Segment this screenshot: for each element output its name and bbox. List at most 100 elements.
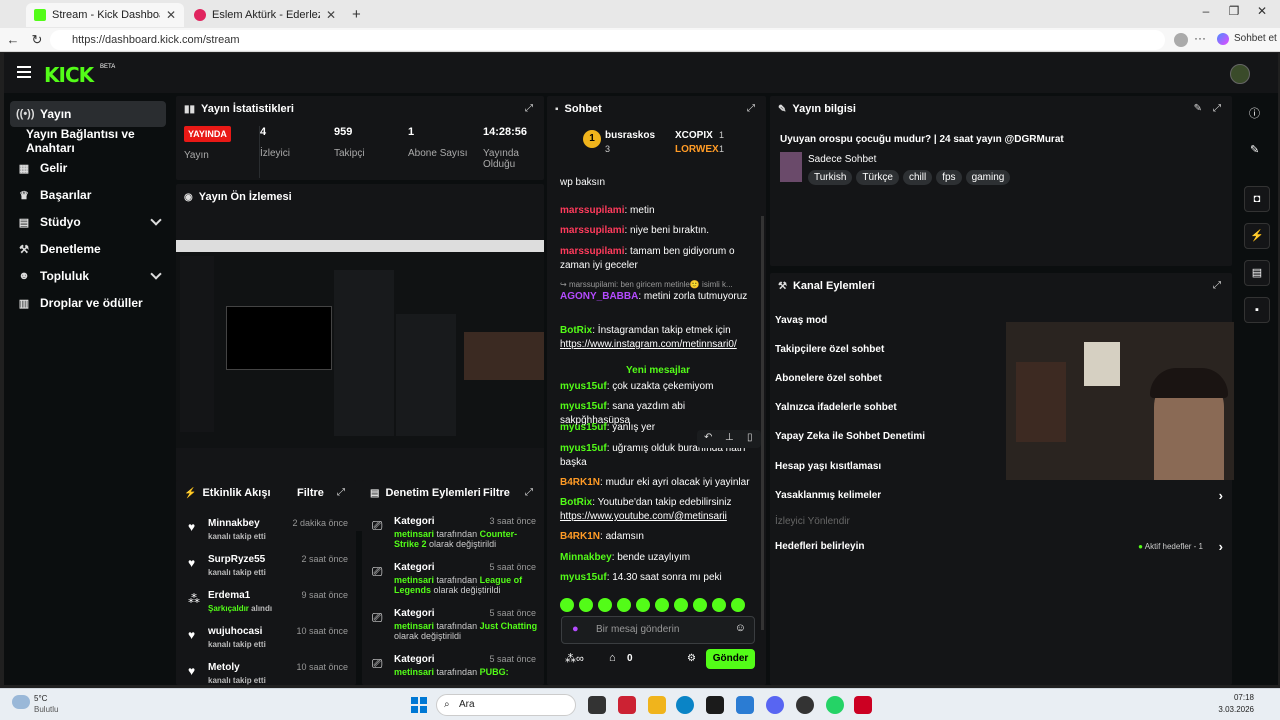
trash-icon[interactable]: ▯ <box>747 432 753 443</box>
emote-icon[interactable] <box>598 598 612 612</box>
expand-icon[interactable]: ⤢ <box>1213 280 1224 291</box>
chat-username[interactable]: BotRix <box>560 497 592 508</box>
tag[interactable]: gaming <box>965 170 1011 185</box>
chat-scrollbar[interactable] <box>761 216 764 630</box>
plus-icon[interactable]: + <box>352 6 361 23</box>
mail-icon[interactable] <box>736 696 754 714</box>
chat-username[interactable]: myus15uf <box>560 422 607 433</box>
document-icon[interactable]: ▤ <box>1244 260 1270 286</box>
maximize-icon[interactable]: ❐ <box>1224 4 1244 18</box>
emote-icon[interactable] <box>579 598 593 612</box>
gear-icon[interactable]: ⚙ <box>687 653 696 664</box>
sidebar-item-droplar[interactable]: ▥ Droplar ve ödüller <box>10 290 166 316</box>
bolt-icon[interactable]: ⚡ <box>1244 223 1270 249</box>
app-icon[interactable] <box>618 696 636 714</box>
sidebar-item-topluluk[interactable]: ☻ Topluluk <box>10 263 166 289</box>
filter-button[interactable]: Filtre <box>483 487 510 499</box>
stream-category[interactable]: Sadece Sohbet <box>808 154 876 165</box>
back-icon[interactable]: ← <box>4 31 22 49</box>
points-icon[interactable]: ⁂∞ <box>565 652 584 665</box>
expand-icon[interactable]: ⤢ <box>337 487 348 498</box>
chat-link[interactable]: https://www.instagram.com/metinnsari0/ <box>560 339 737 350</box>
reply-icon[interactable]: ↶ <box>704 432 712 443</box>
chat-username[interactable]: Minnakbey <box>560 552 612 563</box>
chat-link[interactable]: https://www.youtube.com/@metinsarii <box>560 511 727 522</box>
sidebar-item-yayin[interactable]: ((•)) Yayın <box>10 101 166 127</box>
weather-icon[interactable] <box>12 695 30 709</box>
info-icon[interactable]: ⓘ <box>1249 105 1260 121</box>
stream-preview-video[interactable] <box>176 240 544 448</box>
chat-username[interactable]: B4RK1N <box>560 477 600 488</box>
tab-kick-dashboard[interactable]: Stream - Kick Dashboard ✕ <box>26 3 184 27</box>
camera-icon[interactable]: ◘ <box>1244 186 1270 212</box>
emote-icon[interactable] <box>617 598 631 612</box>
expand-icon[interactable]: ⤢ <box>525 103 536 114</box>
tag[interactable]: chill <box>902 170 933 185</box>
sidebar-item-gelir[interactable]: ▦ Gelir <box>10 155 166 181</box>
taskbar-search[interactable]: ⌕ Ara <box>436 694 576 716</box>
edit-icon[interactable]: ✎ <box>1250 143 1259 156</box>
tag[interactable]: fps <box>936 170 962 185</box>
emote-icon[interactable] <box>731 598 745 612</box>
chat-username[interactable]: myus15uf <box>560 401 607 412</box>
kick-logo[interactable]: KICK <box>44 63 94 87</box>
sidebar-item-stream-key[interactable]: Yayın Bağlantısı ve Anahtarı <box>10 127 180 155</box>
app-icon[interactable] <box>854 696 872 714</box>
expand-icon[interactable]: ⤢ <box>747 103 758 114</box>
windows-start-icon[interactable] <box>410 696 428 714</box>
minimize-icon[interactable]: – <box>1196 4 1216 18</box>
emote-icon[interactable] <box>712 598 726 612</box>
sidebar-item-basarilar[interactable]: ♛ Başarılar <box>10 182 166 208</box>
chat-username[interactable]: myus15uf <box>560 572 607 583</box>
avatar[interactable] <box>1230 64 1250 84</box>
emote-icon[interactable] <box>674 598 688 612</box>
tag[interactable]: Turkish <box>808 170 853 185</box>
sidebar-item-studyo[interactable]: ▤ Stüdyo <box>10 209 166 235</box>
menu-icon[interactable] <box>17 66 31 78</box>
expand-icon[interactable]: ⤢ <box>525 487 536 498</box>
discord-icon[interactable] <box>766 696 784 714</box>
chat-username[interactable]: marssupilami <box>560 246 624 257</box>
expand-icon[interactable]: ⤢ <box>1213 103 1224 114</box>
emote-icon[interactable] <box>655 598 669 612</box>
pin-icon[interactable]: ⊥ <box>725 432 734 443</box>
chat-username[interactable]: marssupilami <box>560 205 624 216</box>
profile-label[interactable]: Sohbet et <box>1234 33 1277 44</box>
tab-music[interactable]: Eslem Aktürk - Ederlezi (Cover... ✕ <box>186 3 344 27</box>
avatar[interactable] <box>1174 33 1188 47</box>
emoji-icon[interactable]: ☺ <box>735 622 746 634</box>
whatsapp-icon[interactable] <box>826 696 844 714</box>
chat-username[interactable]: BotRix <box>560 325 592 336</box>
obs-icon[interactable] <box>796 696 814 714</box>
url-field[interactable]: https://dashboard.kick.com/stream <box>50 30 1165 50</box>
store-icon[interactable] <box>706 696 724 714</box>
close-icon[interactable]: ✕ <box>166 8 176 22</box>
chat-username[interactable]: B4RK1N <box>560 531 600 542</box>
emote-icon[interactable] <box>560 598 574 612</box>
emote-icon[interactable] <box>636 598 650 612</box>
copilot-icon[interactable] <box>1217 33 1229 45</box>
send-button[interactable]: Gönder <box>706 649 755 669</box>
emote-icon[interactable] <box>693 598 707 612</box>
sidebar-item-denetleme[interactable]: ⚒ Denetleme <box>10 236 166 262</box>
chat-username[interactable]: AGONY_BABBA <box>560 291 638 302</box>
chat-username[interactable]: myus15uf <box>560 381 607 392</box>
edit-icon[interactable]: ✎ <box>1194 103 1202 114</box>
more-icon[interactable]: ··· <box>1194 31 1206 45</box>
channel-action-item[interactable]: Hedefleri belirleyin ● Aktif hedefler - 1… <box>775 539 1227 554</box>
chat-icon[interactable]: ▪ <box>1244 297 1270 323</box>
chat-input[interactable]: ● Bir mesaj gönderin ☺ <box>561 616 755 644</box>
close-icon[interactable]: ✕ <box>326 8 336 22</box>
close-window-icon[interactable]: ✕ <box>1252 4 1272 18</box>
filter-button[interactable]: Filtre <box>297 487 324 499</box>
chat-username[interactable]: marssupilami <box>560 225 624 236</box>
new-messages-divider[interactable]: Yeni mesajlar <box>560 365 756 377</box>
edge-icon[interactable] <box>676 696 694 714</box>
tag[interactable]: Türkçe <box>856 170 899 185</box>
refresh-icon[interactable]: ↻ <box>28 31 46 49</box>
chat-username[interactable]: myus15uf <box>560 443 607 454</box>
microphone-icon[interactable]: ● <box>572 623 579 635</box>
store-icon[interactable]: ⌂ <box>609 652 616 664</box>
folder-icon[interactable] <box>648 696 666 714</box>
task-view-icon[interactable] <box>588 696 606 714</box>
